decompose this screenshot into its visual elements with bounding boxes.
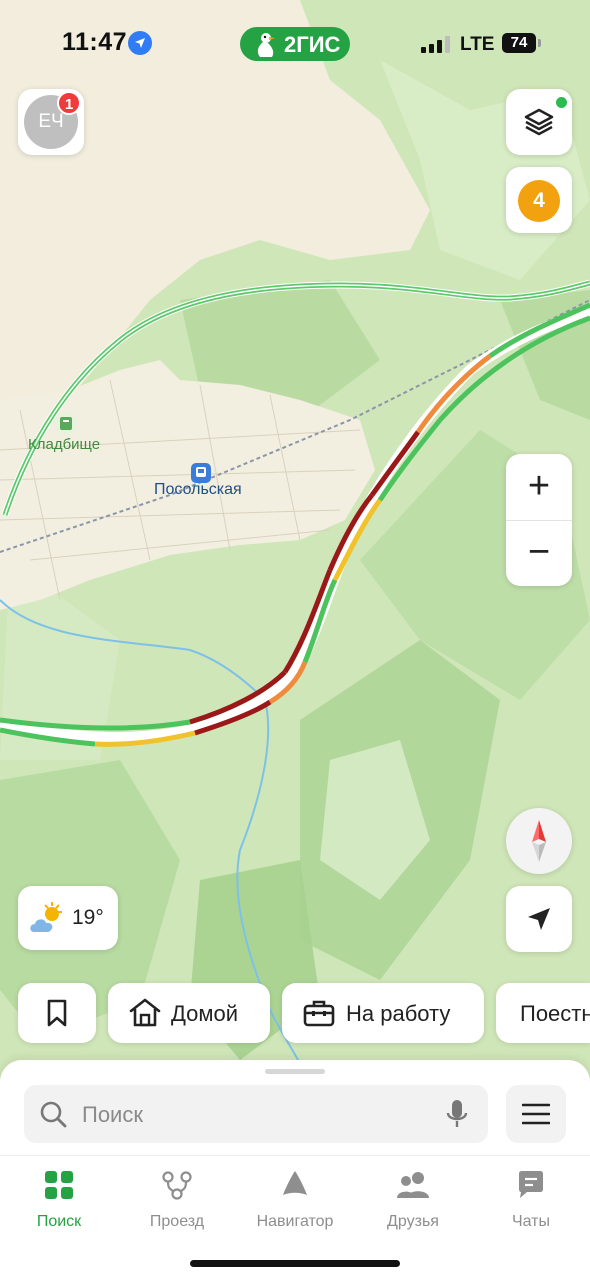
route-icon	[162, 1171, 192, 1200]
house-icon	[129, 998, 161, 1027]
brand-label: 2ГИС	[284, 32, 341, 57]
map-label-station[interactable]: Посольская	[154, 481, 242, 499]
status-time: 11:47	[62, 28, 128, 56]
search-input[interactable]	[80, 1099, 424, 1131]
layers-icon	[524, 108, 554, 136]
zoom-in-button[interactable]: +	[506, 454, 572, 520]
friends-icon	[397, 1172, 429, 1198]
tab-navigator-label: Навигатор	[256, 1213, 334, 1230]
bookmarks-button[interactable]	[18, 983, 96, 1043]
hamburger-menu-icon	[522, 1103, 550, 1125]
tab-search-label: Поиск	[36, 1213, 82, 1230]
status-bar: 11:47 2ГИС LTE 74	[0, 0, 590, 88]
notification-badge: 1	[57, 91, 81, 115]
tab-friends[interactable]: Друзья	[354, 1156, 472, 1236]
home-shortcut-button[interactable]: Домой	[108, 983, 270, 1043]
layers-active-indicator	[554, 95, 569, 110]
home-indicator	[190, 1260, 400, 1267]
goose-logo-icon	[257, 33, 275, 57]
home-shortcut-label: Домой	[171, 1001, 239, 1026]
briefcase-icon	[303, 1000, 335, 1027]
my-location-button[interactable]	[506, 886, 572, 952]
sheet-drag-handle[interactable]	[265, 1069, 325, 1074]
chat-icon	[519, 1171, 543, 1198]
tab-friends-label: Друзья	[387, 1213, 439, 1230]
work-shortcut-button[interactable]: На работу	[282, 983, 484, 1043]
more-shortcut-label: Поестн	[520, 1001, 590, 1026]
location-arrow-icon	[128, 31, 152, 55]
bookmark-icon	[47, 999, 67, 1027]
compass-button[interactable]	[506, 808, 572, 874]
network-type: LTE	[460, 34, 495, 55]
zoom-control: + −	[506, 454, 572, 586]
brand-badge: 2ГИС	[240, 27, 350, 61]
grid-icon	[45, 1171, 73, 1199]
tab-chats[interactable]: Чаты	[472, 1156, 590, 1236]
map-label-cemetery[interactable]: Кладбище	[28, 436, 100, 453]
tab-route[interactable]: Проезд	[118, 1156, 236, 1236]
search-icon	[40, 1101, 67, 1128]
microphone-icon[interactable]	[444, 1098, 470, 1130]
bottom-sheet: Поиск Проезд Навигатор	[0, 1060, 590, 1281]
menu-button[interactable]	[506, 1085, 566, 1143]
battery-level: 74	[502, 33, 541, 53]
weather-widget[interactable]: 19°	[18, 886, 118, 950]
tab-search[interactable]: Поиск	[0, 1156, 118, 1236]
partly-cloudy-icon	[30, 902, 62, 932]
tab-chats-label: Чаты	[511, 1213, 551, 1230]
tab-bar: Поиск Проезд Навигатор Друзья Чаты	[0, 1155, 590, 1281]
traffic-score[interactable]: 4	[518, 180, 560, 222]
zoom-out-button[interactable]: −	[506, 520, 572, 586]
work-shortcut-label: На работу	[346, 1001, 451, 1026]
search-bar[interactable]	[24, 1085, 488, 1143]
weather-temperature: 19°	[72, 906, 104, 929]
more-shortcut-button[interactable]: Поестн	[496, 983, 590, 1043]
tab-navigator[interactable]: Навигатор	[236, 1156, 354, 1236]
tab-route-label: Проезд	[149, 1213, 205, 1230]
compass-needle-icon	[532, 820, 546, 862]
navigator-icon	[283, 1171, 307, 1195]
navigation-arrow-icon	[528, 908, 550, 930]
